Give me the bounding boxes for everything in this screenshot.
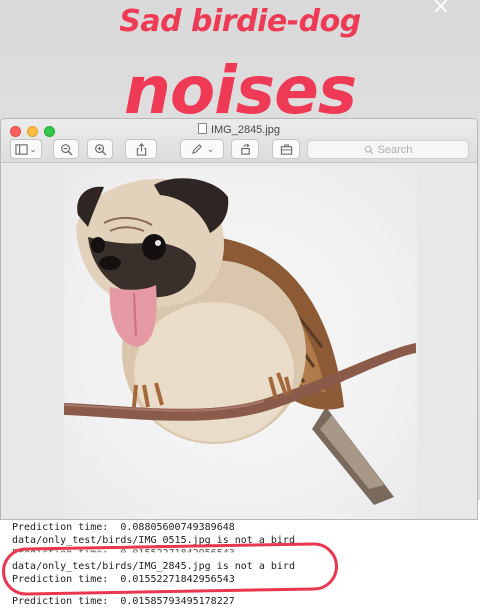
sidebar-toggle-button[interactable]: ⌄ — [10, 139, 42, 159]
rotate-button[interactable] — [231, 139, 259, 159]
highlight-ring — [1, 542, 339, 596]
markup-button[interactable]: ⌄ — [180, 139, 224, 159]
preview-window: IMG_2845.jpg ⌄ ⌄ Search — [0, 118, 478, 520]
pug-bird-photo — [64, 167, 417, 519]
terminal-line: Prediction time: 0.08805600749389648 — [12, 522, 235, 533]
pen-icon — [191, 143, 202, 154]
share-icon — [136, 142, 146, 156]
story-caption-top: Sad birdie-dog — [119, 4, 361, 39]
sidebar-icon — [15, 143, 28, 155]
story-caption-main: noises — [123, 52, 357, 129]
toolbox-button[interactable] — [272, 139, 300, 159]
zoom-in-button[interactable] — [87, 139, 113, 159]
search-field[interactable]: Search — [307, 140, 469, 159]
image-viewport — [1, 164, 477, 519]
pug-bird-illustration — [64, 178, 416, 505]
rotate-icon — [240, 143, 250, 155]
search-icon — [364, 145, 374, 155]
share-button[interactable] — [125, 139, 157, 159]
chevron-down-icon: ⌄ — [206, 143, 215, 154]
search-placeholder: Search — [377, 143, 413, 156]
chevron-down-icon: ⌄ — [29, 143, 37, 154]
terminal-line: Prediction time: 0.01585793495178227 — [12, 596, 235, 607]
zoom-in-icon — [94, 143, 107, 156]
zoom-out-button[interactable] — [53, 139, 79, 159]
toolbox-icon — [280, 144, 292, 155]
story-close-icon[interactable]: × — [432, 0, 450, 19]
zoom-out-icon — [60, 143, 73, 156]
